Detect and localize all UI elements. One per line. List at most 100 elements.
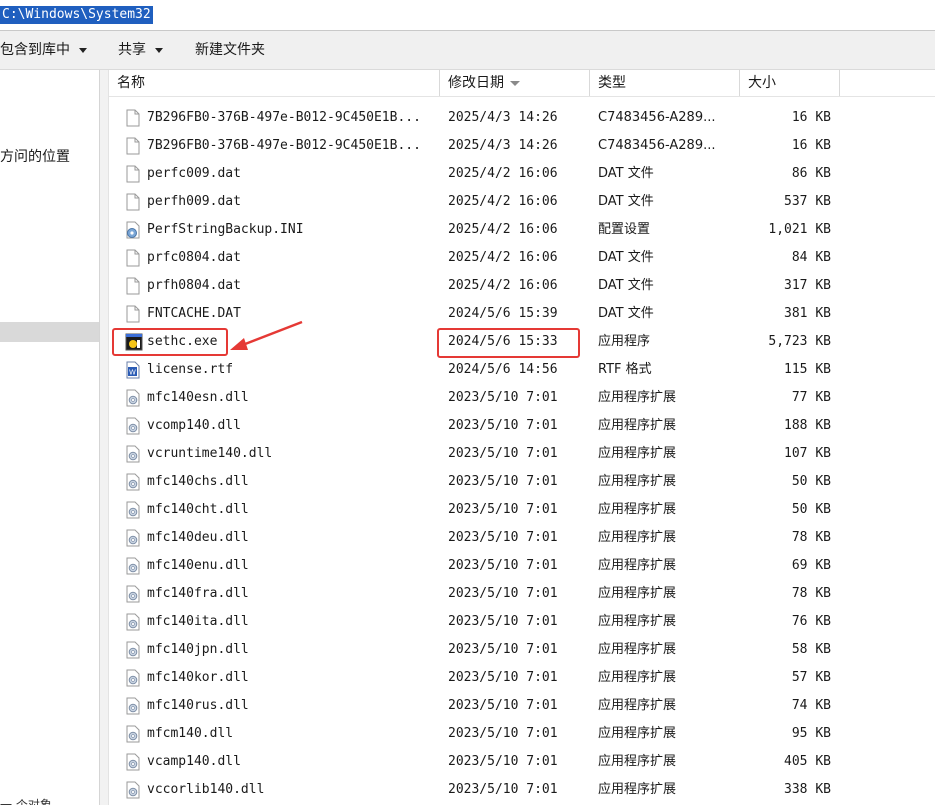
dll-icon	[125, 417, 141, 435]
file-row[interactable]: mfc140ita.dll 2023/5/10 7:01 应用程序扩展 76 KB	[109, 608, 935, 636]
column-header-date[interactable]: 修改日期	[440, 70, 590, 96]
file-row[interactable]: mfc140deu.dll 2023/5/10 7:01 应用程序扩展 78 KB	[109, 524, 935, 552]
file-size: 16 KB	[791, 110, 831, 125]
blank-file-icon	[125, 305, 141, 323]
file-row[interactable]: mfc140cht.dll 2023/5/10 7:01 应用程序扩展 50 KB	[109, 496, 935, 524]
file-date: 2023/5/10 7:01	[448, 614, 558, 629]
file-row[interactable]: mfc140fra.dll 2023/5/10 7:01 应用程序扩展 78 KB	[109, 580, 935, 608]
file-name: mfc140esn.dll	[147, 390, 249, 405]
file-type: 配置设置	[598, 222, 651, 237]
file-type: 应用程序扩展	[598, 530, 677, 545]
file-date: 2023/5/10 7:01	[448, 558, 558, 573]
file-size: 74 KB	[791, 698, 831, 713]
file-size: 84 KB	[791, 250, 831, 265]
address-bar: C:\Windows\System32	[0, 0, 935, 31]
blank-file-icon	[125, 193, 141, 211]
file-row[interactable]: vcruntime140.dll 2023/5/10 7:01 应用程序扩展 107 …	[109, 440, 935, 468]
dll-icon	[125, 725, 141, 743]
file-row[interactable]: mfc140jpn.dll 2023/5/10 7:01 应用程序扩展 58 KB	[109, 636, 935, 664]
nav-pane-scrollbar[interactable]	[100, 70, 109, 805]
file-row[interactable]: 7B296FB0-376B-497e-B012-9C450E1B... 2025/…	[109, 132, 935, 160]
file-date: 2025/4/2 16:06	[448, 278, 558, 293]
blank-file-icon	[125, 249, 141, 267]
file-row[interactable]: Wlicense.rtf 2024/5/6 14:56 RTF 格式 115 KB	[109, 356, 935, 384]
sort-descending-icon	[510, 80, 520, 86]
file-name: mfcm140.dll	[147, 726, 234, 741]
file-name: 7B296FB0-376B-497e-B012-9C450E1B...	[147, 110, 421, 125]
include-in-library-label: 包含到库中	[0, 42, 70, 58]
file-type: 应用程序扩展	[598, 698, 677, 713]
file-type: 应用程序扩展	[598, 782, 677, 797]
dll-icon	[125, 781, 141, 799]
nav-item-selected[interactable]	[0, 322, 99, 342]
file-row[interactable]: PerfStringBackup.INI 2025/4/2 16:06 配置设置 1,…	[109, 216, 935, 244]
file-row[interactable]: perfc009.dat 2025/4/2 16:06 DAT 文件 86 KB	[109, 160, 935, 188]
file-row[interactable]: prfh0804.dat 2025/4/2 16:06 DAT 文件 317 KB	[109, 272, 935, 300]
file-row[interactable]: vcomp140.dll 2023/5/10 7:01 应用程序扩展 188 KB	[109, 412, 935, 440]
column-header-name[interactable]: 名称	[109, 70, 440, 96]
new-folder-label: 新建文件夹	[195, 42, 265, 58]
dll-icon	[125, 585, 141, 603]
dll-icon	[125, 669, 141, 687]
file-date: 2024/5/6 15:39	[448, 306, 558, 321]
file-name: mfc140jpn.dll	[147, 642, 249, 657]
file-date: 2023/5/10 7:01	[448, 474, 558, 489]
file-date: 2023/5/10 7:01	[448, 586, 558, 601]
column-header-name-label: 名称	[117, 75, 145, 91]
file-name: mfc140fra.dll	[147, 586, 249, 601]
file-type: DAT 文件	[598, 166, 654, 181]
new-folder-button[interactable]: 新建文件夹	[195, 31, 265, 69]
column-header-type[interactable]: 类型	[590, 70, 740, 96]
file-type: 应用程序扩展	[598, 614, 677, 629]
file-name: mfc140enu.dll	[147, 558, 249, 573]
file-row[interactable]: mfc140enu.dll 2023/5/10 7:01 应用程序扩展 69 KB	[109, 552, 935, 580]
file-name: perfc009.dat	[147, 166, 241, 181]
file-size: 188 KB	[784, 418, 831, 433]
navigation-pane: 方问的位置	[0, 70, 100, 805]
column-header-size[interactable]: 大小	[740, 70, 840, 96]
file-row[interactable]: vcamp140.dll 2023/5/10 7:01 应用程序扩展 405 KB	[109, 748, 935, 776]
file-type: 应用程序扩展	[598, 586, 677, 601]
file-date: 2023/5/10 7:01	[448, 754, 558, 769]
dll-icon	[125, 501, 141, 519]
file-row[interactable]: 7B296FB0-376B-497e-B012-9C450E1B... 2025/…	[109, 104, 935, 132]
file-date: 2023/5/10 7:01	[448, 446, 558, 461]
blank-file-icon	[125, 109, 141, 127]
file-row[interactable]: mfc140chs.dll 2023/5/10 7:01 应用程序扩展 50 KB	[109, 468, 935, 496]
file-row[interactable]: prfc0804.dat 2025/4/2 16:06 DAT 文件 84 KB	[109, 244, 935, 272]
file-name: vccorlib140.dll	[147, 782, 265, 797]
file-name: vcomp140.dll	[147, 418, 241, 433]
address-input[interactable]: C:\Windows\System32	[0, 6, 153, 24]
file-type: 应用程序扩展	[598, 474, 677, 489]
dll-icon	[125, 753, 141, 771]
file-name: mfc140cht.dll	[147, 502, 249, 517]
dll-icon	[125, 445, 141, 463]
file-size: 16 KB	[791, 138, 831, 153]
file-size: 115 KB	[784, 362, 831, 377]
file-name: license.rtf	[147, 362, 234, 377]
file-size: 76 KB	[791, 614, 831, 629]
file-row[interactable]: vccorlib140.dll 2023/5/10 7:01 应用程序扩展 338 K…	[109, 776, 935, 804]
file-date: 2023/5/10 7:01	[448, 670, 558, 685]
file-size: 86 KB	[791, 166, 831, 181]
share-button[interactable]: 共享	[118, 31, 163, 69]
file-row[interactable]: mfc140rus.dll 2023/5/10 7:01 应用程序扩展 74 KB	[109, 692, 935, 720]
file-type: DAT 文件	[598, 250, 654, 265]
file-type: 应用程序扩展	[598, 558, 677, 573]
column-header-type-label: 类型	[598, 75, 626, 91]
file-date: 2023/5/10 7:01	[448, 782, 558, 797]
file-type: 应用程序	[598, 334, 651, 349]
include-in-library-button[interactable]: 包含到库中	[0, 31, 87, 69]
file-row[interactable]: mfc140kor.dll 2023/5/10 7:01 应用程序扩展 57 KB	[109, 664, 935, 692]
file-date: 2023/5/10 7:01	[448, 502, 558, 517]
nav-item-location[interactable]: 方问的位置	[0, 146, 70, 166]
file-date: 2025/4/2 16:06	[448, 166, 558, 181]
file-row[interactable]: perfh009.dat 2025/4/2 16:06 DAT 文件 537 KB	[109, 188, 935, 216]
file-type: 应用程序扩展	[598, 726, 677, 741]
blank-file-icon	[125, 165, 141, 183]
file-row[interactable]: mfcm140.dll 2023/5/10 7:01 应用程序扩展 95 KB	[109, 720, 935, 748]
annotation-arrow-icon	[230, 320, 303, 350]
file-date: 2023/5/10 7:01	[448, 698, 558, 713]
file-row[interactable]: mfc140esn.dll 2023/5/10 7:01 应用程序扩展 77 KB	[109, 384, 935, 412]
file-type: DAT 文件	[598, 194, 654, 209]
